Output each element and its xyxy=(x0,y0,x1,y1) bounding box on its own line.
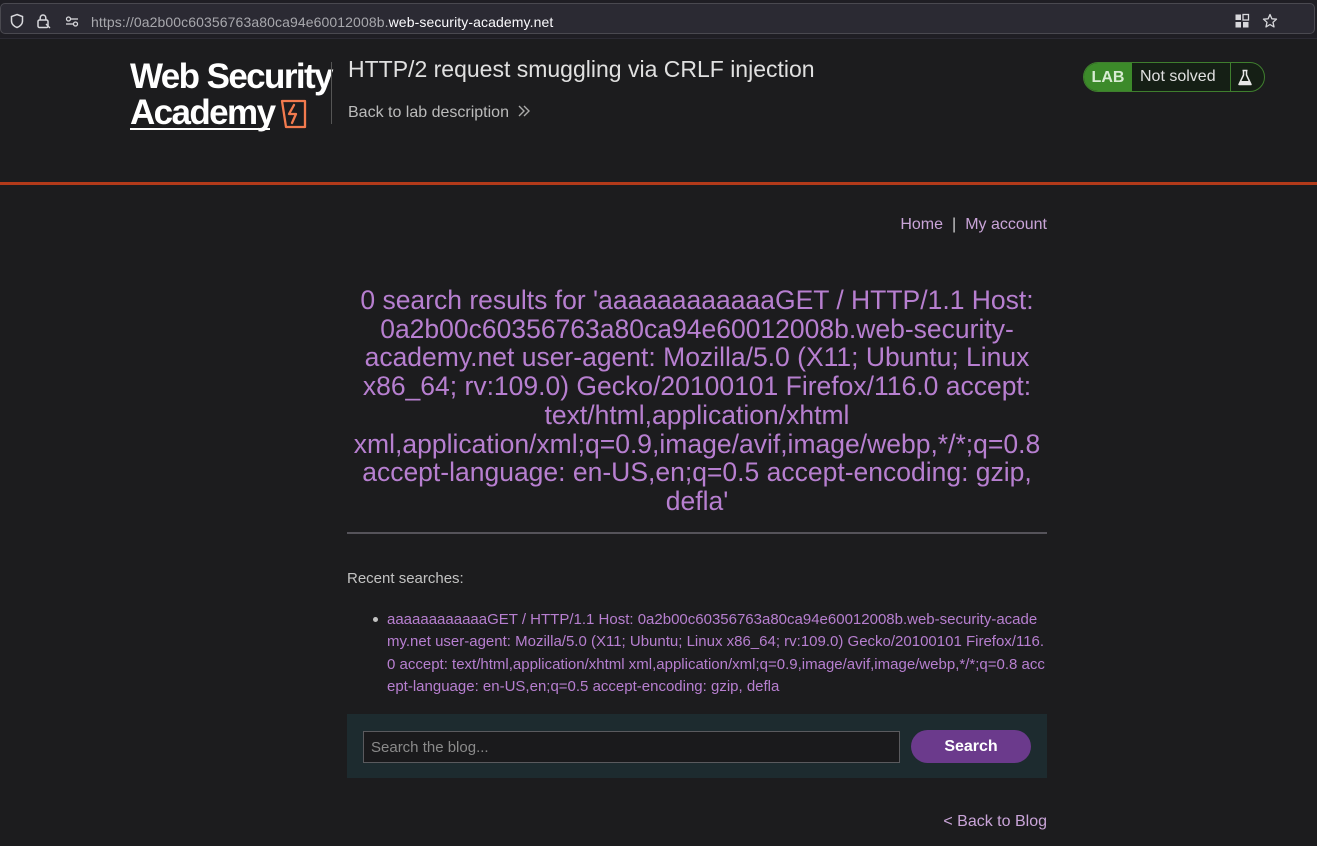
logo-bolt-icon xyxy=(280,99,307,129)
address-bar[interactable]: https://0a2b00c60356763a80ca94e60012008b… xyxy=(0,3,1315,34)
logo-underline-icon xyxy=(130,128,270,130)
search-button[interactable]: Search xyxy=(911,730,1031,763)
nav-separator: | xyxy=(952,216,957,233)
extensions-grid-icon[interactable] xyxy=(1234,13,1250,29)
nav-my-account-link[interactable]: My account xyxy=(965,216,1047,233)
double-chevron-right-icon xyxy=(518,105,531,117)
lab-header: Web Security Academy HTTP/2 request smug… xyxy=(0,39,1317,185)
status-separator xyxy=(1230,63,1231,91)
lab-title: HTTP/2 request smuggling via CRLF inject… xyxy=(348,56,815,82)
browser-toolbar: https://0a2b00c60356763a80ca94e60012008b… xyxy=(0,0,1317,39)
top-nav: Home | My account xyxy=(900,216,1047,234)
star-icon[interactable] xyxy=(1262,13,1278,29)
header-divider xyxy=(331,62,332,124)
nav-home-link[interactable]: Home xyxy=(900,216,943,233)
recent-searches-list: aaaaaaaaaaaaGET / HTTP/1.1 Host: 0a2b00c… xyxy=(347,609,1047,698)
list-item: aaaaaaaaaaaaGET / HTTP/1.1 Host: 0a2b00c… xyxy=(373,609,1047,698)
permissions-icon[interactable] xyxy=(64,13,80,29)
url-domain: web-security-academy.net xyxy=(388,14,554,30)
recent-search-link[interactable]: aaaaaaaaaaaaGET / HTTP/1.1 Host: 0a2b00c… xyxy=(387,611,1045,695)
logo-line-1: Web Security xyxy=(130,57,334,96)
lab-status-text: Not solved xyxy=(1140,68,1216,85)
search-input[interactable] xyxy=(363,731,900,763)
recent-searches-label: Recent searches: xyxy=(347,570,464,587)
lock-icon[interactable] xyxy=(35,13,51,29)
lab-badge: LAB xyxy=(1084,63,1132,91)
search-panel: Search xyxy=(347,714,1047,778)
search-results-heading: 0 search results for 'aaaaaaaaaaaaGET / … xyxy=(353,285,1041,516)
divider xyxy=(347,532,1047,534)
back-to-lab-description-label: Back to lab description xyxy=(348,104,509,121)
flask-icon xyxy=(1238,69,1252,86)
url-text[interactable]: https://0a2b00c60356763a80ca94e60012008b… xyxy=(91,14,553,30)
shield-icon[interactable] xyxy=(9,13,25,29)
back-to-lab-description-link[interactable]: Back to lab description xyxy=(348,104,531,122)
lab-status-widget: LAB Not solved xyxy=(1083,62,1265,92)
url-prefix: https://0a2b00c60356763a80ca94e60012008b… xyxy=(91,14,389,30)
back-to-blog-link[interactable]: < Back to Blog xyxy=(943,813,1047,831)
web-security-academy-logo[interactable]: Web Security Academy xyxy=(130,57,334,131)
